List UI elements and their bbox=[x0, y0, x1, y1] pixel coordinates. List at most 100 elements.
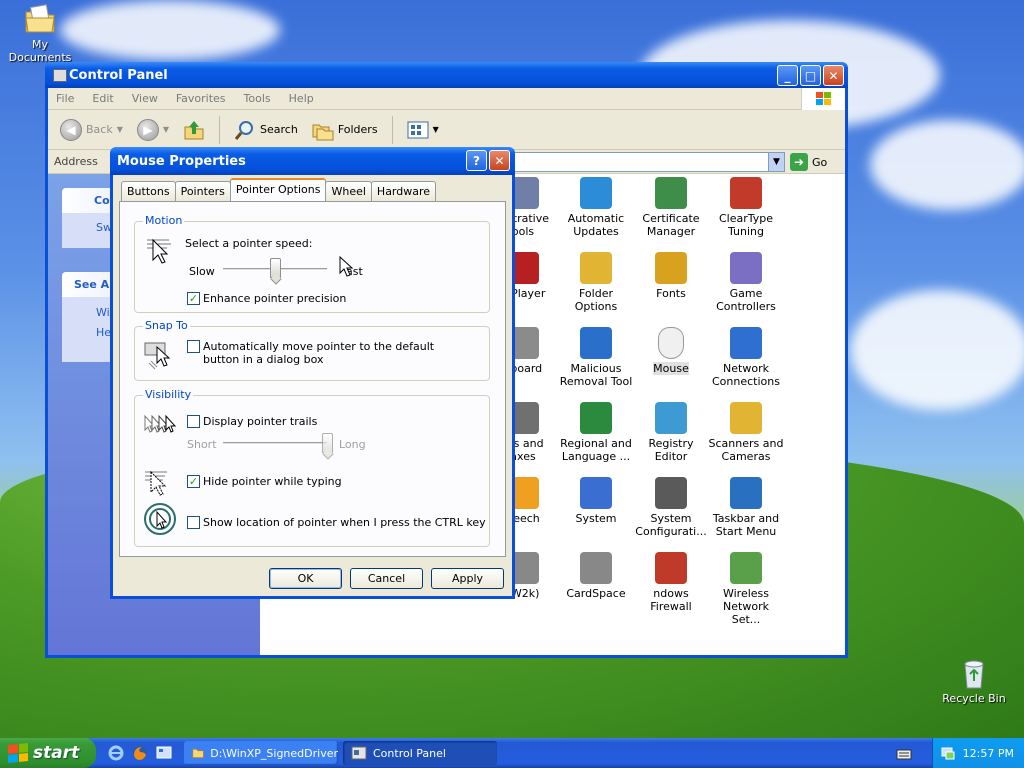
dialog-titlebar[interactable]: Mouse Properties ? ✕ bbox=[110, 147, 515, 175]
maximize-button[interactable]: □ bbox=[800, 65, 821, 86]
firefox-icon[interactable] bbox=[132, 745, 148, 761]
pointer-trails-checkbox[interactable] bbox=[187, 415, 200, 428]
fonts-icon bbox=[655, 252, 687, 284]
control-panel-item[interactable]: Fonts bbox=[633, 252, 709, 300]
snap-to-icon bbox=[144, 342, 171, 370]
tab-pointer-options[interactable]: Pointer Options bbox=[229, 178, 327, 201]
go-label: Go bbox=[812, 155, 828, 169]
taskbar: start D:\WinXP_SignedDriver Control Pane… bbox=[0, 738, 1024, 768]
minimize-button[interactable]: _ bbox=[777, 65, 798, 86]
show-desktop-icon[interactable] bbox=[156, 745, 172, 761]
motion-group: Motion Select a pointer speed: Slow ast … bbox=[134, 214, 490, 313]
chevron-down-icon[interactable]: ▼ bbox=[768, 153, 784, 171]
link-label: He bbox=[96, 326, 112, 339]
dialog-close-button[interactable]: ✕ bbox=[489, 150, 510, 171]
control-panel-item[interactable]: ndows Firewall bbox=[633, 552, 709, 613]
folders-button[interactable]: Folders bbox=[308, 117, 382, 143]
internet-explorer-icon[interactable] bbox=[108, 745, 124, 761]
my-documents-desktop-icon[interactable]: My Documents bbox=[0, 2, 80, 64]
menu-view[interactable]: View bbox=[132, 92, 158, 105]
control-panel-item-label: System bbox=[575, 512, 617, 525]
control-panel-item[interactable]: Registry Editor bbox=[633, 402, 709, 463]
tab-hardware[interactable]: Hardware bbox=[370, 181, 437, 201]
trail-length-track[interactable] bbox=[223, 442, 327, 445]
control-panel-item-label: Folder Options bbox=[574, 287, 618, 313]
control-panel-icon bbox=[53, 69, 67, 82]
control-panel-item[interactable]: Game Controllers bbox=[708, 252, 784, 313]
long-label: Long bbox=[339, 438, 366, 451]
hide-pointer-checkbox[interactable]: ✓ bbox=[187, 475, 200, 488]
go-button[interactable]: ➜ Go bbox=[790, 153, 827, 171]
snap-to-group: Snap To Automatically move pointer to th… bbox=[134, 319, 490, 381]
task-box-title: Co bbox=[94, 194, 110, 207]
automatic-updates-icon bbox=[580, 177, 612, 209]
menu-tools[interactable]: Tools bbox=[244, 92, 271, 105]
help-button[interactable]: ? bbox=[466, 150, 487, 171]
control-panel-item[interactable]: Automatic Updates bbox=[558, 177, 634, 238]
cleartype-icon bbox=[730, 177, 762, 209]
menu-file[interactable]: File bbox=[56, 92, 74, 105]
toolbar-separator bbox=[219, 115, 221, 144]
visibility-group: Visibility Display pointer trails Short … bbox=[134, 388, 490, 547]
wireless-icon bbox=[730, 552, 762, 584]
control-panel-item[interactable]: CardSpace bbox=[558, 552, 634, 600]
control-panel-item[interactable]: Taskbar and Start Menu bbox=[708, 477, 784, 538]
search-button[interactable]: Search bbox=[230, 117, 302, 143]
control-panel-item[interactable]: Mouse bbox=[633, 327, 709, 375]
clock[interactable]: 12:57 PM bbox=[963, 747, 1014, 760]
control-panel-item-label: Malicious Removal Tool bbox=[559, 362, 633, 388]
hide-pointer-icon bbox=[145, 470, 167, 496]
control-panel-item[interactable]: Certificate Manager bbox=[633, 177, 709, 238]
back-button[interactable]: ◀ Back ▼ bbox=[56, 117, 127, 143]
control-panel-item-label: Registry Editor bbox=[648, 437, 694, 463]
start-button[interactable]: start bbox=[0, 738, 96, 768]
control-panel-item[interactable]: Folder Options bbox=[558, 252, 634, 313]
regional-icon bbox=[580, 402, 612, 434]
control-panel-item-label: Certificate Manager bbox=[642, 212, 700, 238]
show-location-checkbox[interactable] bbox=[187, 516, 200, 529]
ok-button[interactable]: OK bbox=[269, 568, 342, 589]
taskbar-item-control-panel[interactable]: Control Panel bbox=[343, 741, 497, 765]
control-panel-titlebar[interactable]: Control Panel _ □ ✕ bbox=[45, 62, 848, 88]
control-panel-item[interactable]: System bbox=[558, 477, 634, 525]
control-panel-item[interactable]: ClearType Tuning bbox=[708, 177, 784, 238]
control-panel-item[interactable]: Wireless Network Set... bbox=[708, 552, 784, 626]
close-button[interactable]: ✕ bbox=[823, 65, 844, 86]
control-panel-item-label: Mouse bbox=[653, 362, 689, 375]
control-panel-item[interactable]: Regional and Language ... bbox=[558, 402, 634, 463]
motion-group-label: Motion bbox=[143, 214, 185, 227]
trail-length-slider[interactable] bbox=[322, 433, 333, 453]
control-panel-item[interactable]: System Configurati... bbox=[633, 477, 709, 538]
control-panel-item-label: Scanners and Cameras bbox=[708, 437, 784, 463]
control-panel-item-label: Fonts bbox=[656, 287, 686, 300]
windows-logo bbox=[801, 88, 845, 110]
taskbar-icon bbox=[730, 477, 762, 509]
control-panel-item[interactable]: Network Connections bbox=[708, 327, 784, 388]
up-folder-button[interactable] bbox=[179, 117, 209, 143]
control-panel-item[interactable]: Scanners and Cameras bbox=[708, 402, 784, 463]
menu-help[interactable]: Help bbox=[289, 92, 314, 105]
control-panel-item[interactable]: Malicious Removal Tool bbox=[558, 327, 634, 388]
tab-buttons[interactable]: Buttons bbox=[121, 181, 176, 201]
pointer-speed-slider[interactable] bbox=[270, 258, 281, 278]
taskbar-item-winxp-driver[interactable]: D:\WinXP_SignedDriver bbox=[184, 741, 338, 765]
snap-to-label: Automatically move pointer to the defaul… bbox=[203, 340, 435, 366]
enhance-precision-label: Enhance pointer precision bbox=[203, 292, 347, 305]
menu-favorites[interactable]: Favorites bbox=[176, 92, 226, 105]
recycle-bin-desktop-icon[interactable]: Recycle Bin bbox=[934, 656, 1014, 705]
network-tray-icon[interactable] bbox=[941, 746, 955, 760]
snap-to-checkbox[interactable] bbox=[187, 340, 200, 353]
cloud bbox=[850, 290, 1024, 410]
tab-pointers[interactable]: Pointers bbox=[174, 181, 231, 201]
keyboard-tray-icon[interactable] bbox=[896, 746, 912, 762]
menu-edit[interactable]: Edit bbox=[92, 92, 113, 105]
registry-icon bbox=[655, 402, 687, 434]
tab-wheel[interactable]: Wheel bbox=[325, 181, 372, 201]
visibility-group-label: Visibility bbox=[143, 388, 194, 401]
views-button[interactable]: ▼ bbox=[403, 119, 443, 141]
cancel-button[interactable]: Cancel bbox=[350, 568, 423, 589]
apply-button[interactable]: Apply bbox=[431, 568, 504, 589]
enhance-precision-checkbox[interactable]: ✓ bbox=[187, 292, 200, 305]
control-panel-item-label: CardSpace bbox=[566, 587, 626, 600]
forward-button[interactable]: ▶ ▼ bbox=[133, 117, 173, 143]
